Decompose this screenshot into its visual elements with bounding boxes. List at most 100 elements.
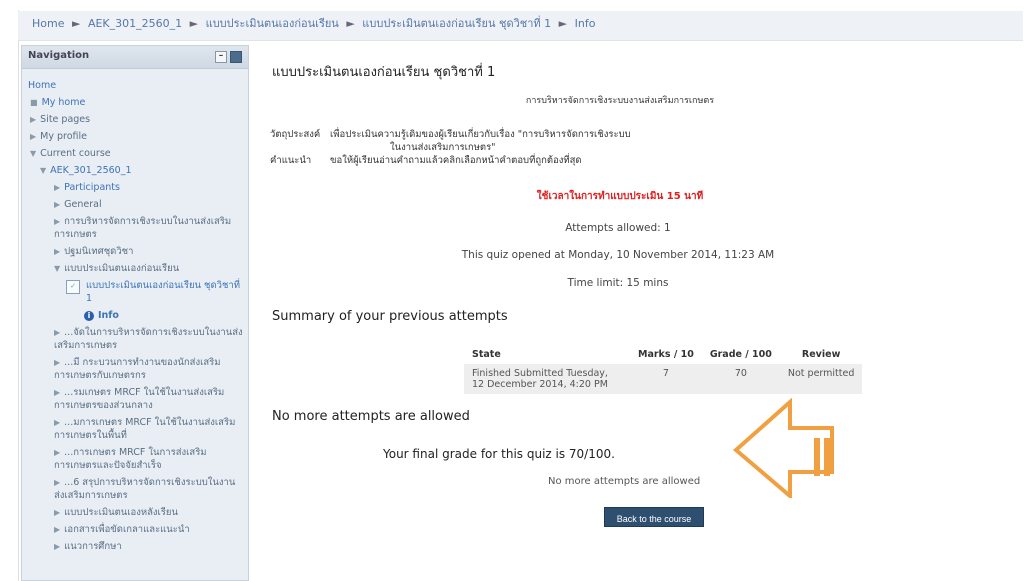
- nav-section-item[interactable]: ▶ เอกสารเพื่อขัดเกลาและแนะนำ: [22, 521, 248, 538]
- time-warning: ใช้เวลาในการทำแบบประเมิน 15 นาที: [536, 191, 704, 202]
- main-content: แบบประเมินตนเองก่อนเรียน ชุดวิชาที่ 1 กา…: [258, 45, 1023, 581]
- arrow-stripe: [814, 438, 820, 476]
- nav-section-label: ...การเกษตร MRCF ในการส่งเสริมการเกษตรแล…: [54, 447, 207, 471]
- attempts-table: State Marks / 10 Grade / 100 Review Fini…: [464, 345, 863, 394]
- expand-arrow-icon: ▶: [54, 525, 61, 534]
- nav-section-label: ...จัดในการบริหารจัดการเชิงระบบในงานส่งเ…: [54, 327, 243, 351]
- orange-arrow-annotation: [732, 398, 834, 498]
- state-value: Finished: [472, 368, 511, 379]
- breadcrumb-course[interactable]: AEK_301_2560_1: [88, 17, 182, 30]
- nav-section-item[interactable]: ▶ แบบประเมินตนเองหลังเรียน: [22, 504, 248, 521]
- nav-my-profile-label: My profile: [40, 131, 88, 142]
- breadcrumb-section[interactable]: แบบประเมินตนเองก่อนเรียน: [206, 17, 339, 30]
- breadcrumb-separator: ►: [346, 17, 355, 30]
- nav-quiz-label: แบบประเมินตนเองก่อนเรียน ชุดวิชาที่ 1: [86, 280, 241, 304]
- collapse-icon[interactable]: –: [215, 51, 227, 63]
- nav-participants-label: Participants: [64, 182, 120, 193]
- nav-section-item[interactable]: ▶ ...การเกษตร MRCF ในการส่งเสริมการเกษตรแ…: [22, 444, 248, 474]
- expand-arrow-icon: ▶: [54, 388, 61, 397]
- nav-section-item[interactable]: ▶ ...มการเกษตร MRCF ในใช้ในงานส่งเสริมการ…: [22, 414, 248, 444]
- time-limit: Time limit: 15 mins: [567, 277, 669, 289]
- nav-section-item[interactable]: ▶ ...รมเกษตร MRCF ในใช้ในงานส่งเสริมการเก…: [22, 384, 248, 414]
- page-title: แบบประเมินตนเองก่อนเรียน ชุดวิชาที่ 1: [272, 65, 496, 80]
- nav-current-course[interactable]: ▼ Current course: [22, 145, 248, 162]
- nav-section-label: แบบประเมินตนเองหลังเรียน: [64, 507, 178, 518]
- navigation-block: Navigation – Home ■ My home ▶ Site pages ▶…: [21, 45, 249, 581]
- column-header: Marks / 10: [638, 349, 694, 360]
- nav-participants[interactable]: ▶ Participants: [22, 179, 248, 196]
- nav-section-label: ...มี กระบวนการทำงานของนักส่งเสริมการเกษ…: [54, 357, 221, 381]
- final-grade: Your final grade for this quiz is 70/100…: [383, 447, 615, 461]
- info-icon: i: [84, 310, 94, 321]
- expand-arrow-icon: ▶: [54, 418, 61, 427]
- grade-cell: 70: [701, 364, 780, 394]
- instruction-text: ขอให้ผู้เรียนอ่านคำถามแล้วคลิกเลือกหน้าค…: [330, 155, 582, 166]
- nav-section-item[interactable]: ▶ ...มี กระบวนการทำงานของนักส่งเสริมการเก…: [22, 354, 248, 384]
- collapse-arrow-icon: ▼: [40, 166, 47, 175]
- nav-section-label: ...มการเกษตร MRCF ในใช้ในงานส่งเสริมการเ…: [54, 417, 236, 441]
- review-cell: Not permitted: [779, 364, 863, 394]
- nav-quiz[interactable]: ✓ แบบประเมินตนเองก่อนเรียน ชุดวิชาที่ 1: [22, 277, 248, 307]
- instruction-label: คำแนะนำ: [270, 155, 312, 166]
- breadcrumb-separator: ►: [71, 17, 81, 30]
- back-to-course-button[interactable]: Back to the course: [604, 507, 704, 527]
- nav-section-label: ...รมเกษตร MRCF ในใช้ในงานส่งเสริมการเกษ…: [54, 387, 225, 411]
- expand-arrow-icon: ▶: [54, 542, 61, 551]
- nav-section-label: การบริหารจัดการเชิงระบบในงานส่งเสริมการเ…: [54, 216, 232, 240]
- navigation-tree: Home ■ My home ▶ Site pages ▶ My profile ▼ C…: [22, 69, 248, 555]
- nav-home[interactable]: Home: [22, 69, 248, 94]
- nav-section-item[interactable]: ▶ แนวการศึกษา: [22, 538, 248, 555]
- dock-icon[interactable]: [230, 51, 242, 63]
- nav-section-label: ปฐมนิเทศชุดวิชา: [64, 246, 134, 257]
- expand-arrow-icon: ▶: [54, 358, 61, 367]
- nav-my-profile[interactable]: ▶ My profile: [22, 128, 248, 145]
- expand-arrow-icon: ▶: [54, 508, 61, 517]
- bullet-icon: ■: [30, 98, 38, 107]
- nav-my-home[interactable]: ■ My home: [22, 94, 248, 111]
- nav-current-course-label: Current course: [40, 148, 111, 159]
- nav-section-item[interactable]: ▶ การบริหารจัดการเชิงระบบในงานส่งเสริมการ…: [22, 213, 248, 243]
- quiz-opened: This quiz opened at Monday, 10 November …: [461, 249, 775, 261]
- navigation-title: Navigation: [28, 50, 90, 61]
- nav-course-label: AEK_301_2560_1: [50, 165, 132, 176]
- table-row: Finished Submitted Tuesday, 12 December …: [464, 364, 863, 394]
- breadcrumb-current: Info: [574, 17, 596, 30]
- no-more-heading: No more attempts are allowed: [272, 409, 470, 424]
- nav-section-item[interactable]: ▶ ...จัดในการบริหารจัดการเชิงระบบในงานส่ง…: [22, 324, 248, 354]
- expand-arrow-icon: ▶: [54, 247, 61, 256]
- nav-site-pages[interactable]: ▶ Site pages: [22, 111, 248, 128]
- expand-arrow-icon: ▶: [54, 478, 61, 487]
- state-cell: Finished Submitted Tuesday, 12 December …: [464, 364, 630, 394]
- navigation-header: Navigation –: [22, 46, 248, 69]
- nav-site-pages-label: Site pages: [40, 114, 91, 125]
- expand-arrow-icon: ▶: [54, 183, 61, 192]
- nav-info[interactable]: i Info: [22, 307, 248, 324]
- column-header: Review: [801, 349, 841, 360]
- expand-arrow-icon: ▶: [54, 200, 61, 209]
- expand-arrow-icon: ▶: [54, 217, 61, 226]
- nav-course[interactable]: ▼ AEK_301_2560_1: [22, 162, 248, 179]
- column-header: Grade / 100: [709, 349, 772, 360]
- breadcrumb-separator: ►: [189, 17, 199, 30]
- nav-section-label: ...6 สรุปการบริหารจัดการเชิงระบบในงานส่ง…: [54, 477, 236, 501]
- nav-section-label: เอกสารเพื่อขัดเกลาและแนะนำ: [64, 524, 190, 535]
- nav-general[interactable]: ▶ General: [22, 196, 248, 213]
- intro-heading: การบริหารจัดการเชิงระบบงานส่งเสริมการเกษ…: [525, 96, 715, 106]
- objective-text: เพื่อประเมินความรู้เดิมของผู้เรียนเกี่ยว…: [330, 129, 631, 140]
- breadcrumb-home[interactable]: Home: [32, 17, 64, 30]
- nav-general-label: General: [64, 199, 102, 210]
- breadcrumb-quiz[interactable]: แบบประเมินตนเองก่อนเรียน ชุดวิชาที่ 1: [362, 17, 551, 30]
- nav-my-home-label: My home: [41, 97, 86, 108]
- expand-arrow-icon: ▶: [54, 328, 61, 337]
- nav-section-item[interactable]: ▼ แบบประเมินตนเองก่อนเรียน: [22, 260, 248, 277]
- no-more-text: No more attempts are allowed: [548, 476, 701, 487]
- marks-cell: 7: [630, 364, 702, 394]
- expand-arrow-icon: ▶: [30, 115, 37, 124]
- nav-section-label: แบบประเมินตนเองก่อนเรียน: [64, 263, 180, 274]
- nav-section-item[interactable]: ▶ ...6 สรุปการบริหารจัดการเชิงระบบในงานส่…: [22, 474, 248, 504]
- summary-title: Summary of your previous attempts: [272, 309, 508, 324]
- collapse-arrow-icon: ▼: [54, 264, 61, 273]
- instruction-row: คำแนะนำ ขอให้ผู้เรียนอ่านคำถามแล้วคลิกเลื…: [270, 153, 582, 168]
- collapse-arrow-icon: ▼: [30, 149, 37, 158]
- nav-section-item[interactable]: ▶ ปฐมนิเทศชุดวิชา: [22, 243, 248, 260]
